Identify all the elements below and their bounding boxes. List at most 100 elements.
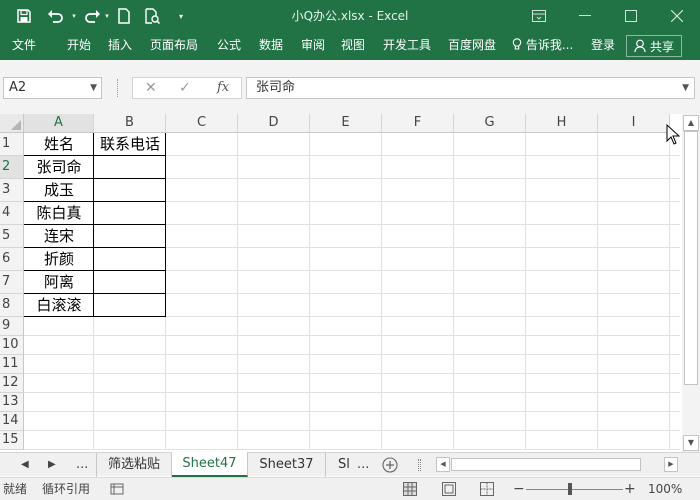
add-sheet-icon[interactable] [382,457,398,473]
save-icon[interactable] [12,0,36,32]
name-cell[interactable]: 折颜 [24,248,94,271]
name-box-dropdown-icon[interactable]: ▼ [90,78,97,98]
column-header-f[interactable]: F [382,114,454,133]
enter-icon[interactable]: ✓ [179,78,191,98]
horizontal-scrollbar[interactable]: ◀ ▶ [436,457,680,472]
zoom-level[interactable]: 100% [648,478,682,500]
horizontal-scroll-thumb[interactable] [451,458,641,471]
name-cell[interactable]: 陈白真 [24,202,94,225]
sheet-tab-sheet47[interactable]: Sheet47 [172,452,248,477]
cancel-icon[interactable]: ✕ [145,78,157,98]
row-header-3[interactable]: 3 [0,179,24,202]
row-header-4[interactable]: 4 [0,202,24,225]
tabs-ellipsis[interactable]: ... [76,453,88,476]
name-cell[interactable]: 张司命 [24,156,94,179]
ribbon-display-icon[interactable] [516,0,562,32]
tab-data[interactable]: 数据 [259,32,283,60]
print-preview-icon[interactable] [141,0,163,32]
scroll-up-icon[interactable]: ▲ [683,115,699,131]
table-border [165,133,166,317]
name-cell[interactable]: 连宋 [24,225,94,248]
zoom-out-icon[interactable]: − [513,478,525,500]
status-circular-reference: 循环引用 [42,482,91,496]
tabs-ellipsis-right[interactable]: ... [357,453,369,476]
customize-icon[interactable]: ▾ [174,0,188,32]
column-header-e[interactable]: E [310,114,382,133]
tab-insert[interactable]: 插入 [108,32,132,60]
row-header-9[interactable]: 9 [0,317,24,336]
share-button[interactable]: 共享 [626,35,682,57]
page-break-preview-icon[interactable] [480,482,494,496]
zoom-in-icon[interactable]: + [624,478,636,500]
macro-record-icon[interactable] [110,482,124,496]
undo-dropdown-icon[interactable]: ▾ [70,0,78,32]
column-header-a[interactable]: A [24,114,94,133]
row-header-8[interactable]: 8 [0,294,24,317]
scroll-left-icon[interactable]: ◀ [436,457,450,472]
worksheet-grid[interactable]: ABCDEFGHI 1 2 3 4 5 6 7 8 9 10 11 12 13 14 15 姓名 联系电话 张司… [0,114,680,450]
tab-page-layout[interactable]: 页面布局 [150,32,198,60]
name-box[interactable]: A2 ▼ [3,77,102,99]
header-cell-name[interactable]: 姓名 [24,133,94,156]
scroll-down-icon[interactable]: ▼ [683,435,699,451]
row-header-6[interactable]: 6 [0,248,24,271]
redo-icon[interactable] [80,0,104,32]
formula-input[interactable]: 张司命 ▼ [246,77,695,99]
column-header-d[interactable]: D [238,114,310,133]
vertical-scroll-thumb[interactable] [684,131,698,385]
tab-home[interactable]: 开始 [67,32,91,60]
row-header-15[interactable]: 15 [0,431,24,450]
column-header-c[interactable]: C [166,114,238,133]
gridline-row [24,354,680,355]
tab-file[interactable]: 文件 [12,32,36,60]
vertical-scrollbar[interactable]: ▲ ▼ [682,114,700,452]
minimize-icon[interactable] [562,0,608,32]
tell-me-label: 告诉我... [525,38,574,52]
name-cell[interactable]: 白滚滚 [24,294,94,317]
formula-bar-splitter[interactable] [117,79,118,97]
login-link[interactable]: 登录 [591,32,615,60]
tab-view[interactable]: 视图 [341,32,365,60]
tab-review[interactable]: 审阅 [301,32,325,60]
tab-baidu-netdisk[interactable]: 百度网盘 [448,32,496,60]
row-header-12[interactable]: 12 [0,374,24,393]
name-cell[interactable]: 阿离 [24,271,94,294]
zoom-slider[interactable] [526,489,623,490]
name-cell[interactable]: 成玉 [24,179,94,202]
maximize-icon[interactable] [608,0,654,32]
sheet-tab-filter-paste[interactable]: 筛选粘贴 [96,453,172,477]
tell-me-box[interactable]: 告诉我... [512,32,573,60]
row-header-10[interactable]: 10 [0,336,24,355]
scroll-tabs-right-icon[interactable]: ▶ [48,453,56,476]
column-header-i[interactable]: I [598,114,670,133]
normal-view-icon[interactable] [403,482,417,496]
tab-formulas[interactable]: 公式 [217,32,241,60]
tab-split-handle[interactable] [418,459,421,471]
sheet-tab-partial[interactable]: Sl [326,453,352,477]
row-header-14[interactable]: 14 [0,412,24,431]
undo-icon[interactable] [42,0,70,32]
scroll-tabs-left-icon[interactable]: ◀ [21,453,29,476]
page-layout-view-icon[interactable] [442,482,456,496]
row-header-2[interactable]: 2 [0,156,24,179]
insert-function-icon[interactable]: fx [217,78,229,98]
row-header-11[interactable]: 11 [0,355,24,374]
redo-dropdown-icon[interactable]: ▾ [103,0,111,32]
column-header-h[interactable]: H [526,114,598,133]
header-cell-phone[interactable]: 联系电话 [94,133,166,156]
row-header-5[interactable]: 5 [0,225,24,248]
close-icon[interactable] [654,0,700,32]
row-header-7[interactable]: 7 [0,271,24,294]
column-header-b[interactable]: B [94,114,166,133]
tab-developer[interactable]: 开发工具 [383,32,431,60]
new-file-icon[interactable] [114,0,134,32]
select-all-button[interactable] [0,114,24,133]
gridline-col [237,133,238,450]
zoom-slider-thumb[interactable] [568,483,572,495]
row-header-13[interactable]: 13 [0,393,24,412]
row-header-1[interactable]: 1 [0,133,24,156]
expand-formula-bar-icon[interactable]: ▼ [682,78,689,98]
sheet-tab-sheet37[interactable]: Sheet37 [248,453,326,477]
scroll-right-icon[interactable]: ▶ [664,457,678,472]
column-header-g[interactable]: G [454,114,526,133]
